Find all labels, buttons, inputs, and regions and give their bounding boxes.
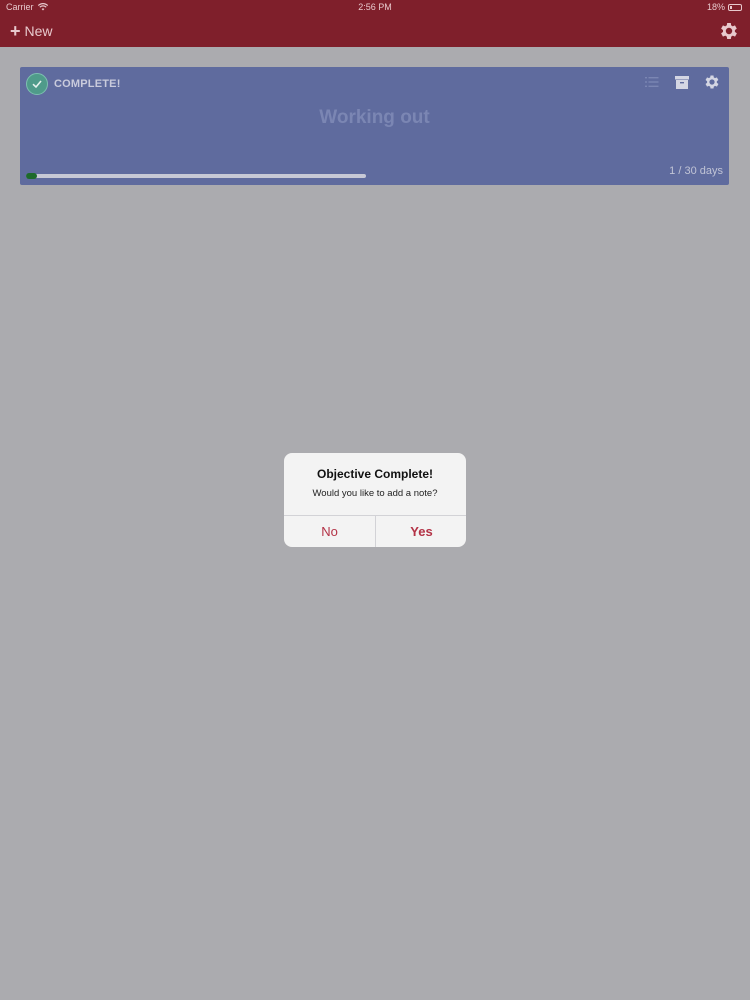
objective-card[interactable]: COMPLETE! Working out 1 / 30 days <box>20 67 729 185</box>
card-gear-icon[interactable] <box>703 73 721 91</box>
nav-bar: + New <box>0 14 750 47</box>
archive-icon[interactable] <box>673 73 691 91</box>
new-button-label: New <box>24 23 53 39</box>
progress-fill <box>26 173 38 179</box>
complete-badge: COMPLETE! <box>26 73 121 95</box>
checkmark-icon <box>32 80 42 89</box>
dialog-message: Would you like to add a note? <box>312 488 438 499</box>
complete-status-label: COMPLETE! <box>54 78 121 90</box>
new-button[interactable]: + New <box>10 20 53 42</box>
list-icon[interactable] <box>643 73 661 91</box>
objective-complete-dialog: Objective Complete! Would you like to ad… <box>284 453 466 547</box>
progress-bar <box>26 173 366 179</box>
battery-icon <box>728 3 742 11</box>
card-actions <box>643 73 721 91</box>
objective-title: Working out <box>319 107 430 128</box>
status-time: 2:56 PM <box>358 2 392 12</box>
days-counter: 1 / 30 days <box>669 165 723 177</box>
status-bar: Carrier 2:56 PM 18% <box>0 0 750 14</box>
settings-gear-icon[interactable] <box>718 20 740 42</box>
app-screen: Carrier 2:56 PM 18% + New COMPLETE! Work… <box>0 0 750 1000</box>
plus-icon: + <box>10 21 21 41</box>
battery-percent: 18% <box>706 2 725 12</box>
yes-button[interactable]: Yes <box>376 516 466 547</box>
no-button[interactable]: No <box>284 516 375 547</box>
dialog-title: Objective Complete! <box>316 467 434 481</box>
check-circle-icon <box>26 73 48 95</box>
battery-group: 18% <box>707 0 742 14</box>
